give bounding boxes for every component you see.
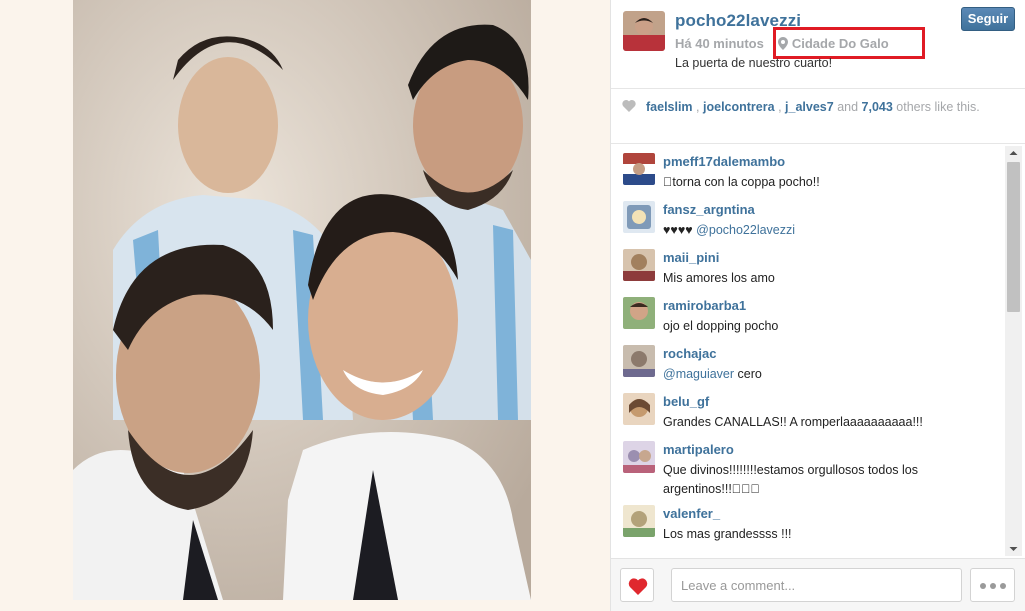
liker-link[interactable]: j_alves7 — [785, 100, 834, 114]
dot-icon — [980, 583, 986, 589]
commenter-username[interactable]: valenfer_ — [663, 506, 720, 521]
comment-item: martipalero Que divinos!!!!!!!!estamos o… — [611, 434, 1003, 498]
likes-summary: faelslim , joelcontrera , j_alves7 and 7… — [646, 100, 980, 114]
scroll-up-arrow-icon[interactable] — [1005, 146, 1022, 160]
commenter-avatar[interactable] — [623, 201, 655, 233]
comment-text:  torna con la coppa pocho!! — [663, 175, 820, 189]
commenter-avatar[interactable] — [623, 441, 655, 473]
comment-text: Que divinos!!!!!!!!estamos orgullosos to… — [663, 463, 918, 496]
commenter-username[interactable]: rochajac — [663, 346, 716, 361]
photo-illustration — [73, 0, 531, 600]
likes-count[interactable]: 7,043 — [862, 100, 893, 114]
commenter-avatar[interactable] — [623, 345, 655, 377]
photo-panel — [0, 0, 610, 611]
post-side-panel: pocho22lavezzi Há 40 minutos Cidade Do G… — [610, 0, 1025, 611]
commenter-username[interactable]: belu_gf — [663, 394, 709, 409]
comment-text: Los mas grandessss !!! — [663, 527, 792, 541]
post-timestamp: Há 40 minutos — [675, 36, 764, 51]
comment-item: maii_pini Mis amores los amo — [611, 242, 1003, 290]
mention-link[interactable]: @pocho22lavezzi — [696, 223, 795, 237]
commenter-username[interactable]: fansz_argntina — [663, 202, 755, 217]
post-header: pocho22lavezzi Há 40 minutos Cidade Do G… — [611, 0, 1025, 88]
follow-button[interactable]: Seguir — [961, 7, 1015, 31]
avatar[interactable] — [623, 11, 665, 51]
post-photo[interactable] — [73, 0, 531, 600]
scroll-down-arrow-icon[interactable] — [1005, 542, 1022, 556]
comment-footer — [611, 558, 1025, 611]
liker-link[interactable]: joelcontrera — [703, 100, 775, 114]
post-meta: Há 40 minutos Cidade Do Galo — [675, 27, 925, 59]
commenter-username[interactable]: maii_pini — [663, 250, 719, 265]
dot-icon — [990, 583, 996, 589]
commenter-avatar[interactable] — [623, 505, 655, 537]
comments-scrollbar[interactable] — [1005, 146, 1022, 556]
liker-link[interactable]: faelslim — [646, 100, 693, 114]
comment-item: ramirobarba1 ojo el dopping pocho — [611, 290, 1003, 338]
mention-link[interactable]: @maguiaver — [663, 367, 734, 381]
heart-icon — [628, 578, 648, 595]
commenter-avatar[interactable] — [623, 393, 655, 425]
comment-item: rochajac @maguiaver cero — [611, 338, 1003, 386]
comment-text: @maguiaver cero — [663, 367, 762, 381]
comment-item: belu_gf Grandes CANALLAS!! A romperlaaaa… — [611, 386, 1003, 434]
comments-list: pmeff17dalemambo  torna con la coppa poc… — [611, 146, 1003, 556]
commenter-username[interactable]: pmeff17dalemambo — [663, 154, 785, 169]
likes-section: faelslim , joelcontrera , j_alves7 and 7… — [611, 88, 1025, 144]
dot-icon — [1000, 583, 1006, 589]
post-caption: La puerta de nuestro cuarto! — [675, 56, 833, 70]
like-button[interactable] — [620, 568, 654, 602]
comment-item: valenfer_ Los mas grandessss !!! — [611, 498, 1003, 546]
heart-icon — [622, 100, 636, 112]
comment-item: fansz_argntina ♥♥♥♥ @pocho22lavezzi — [611, 194, 1003, 242]
commenter-avatar[interactable] — [623, 249, 655, 281]
more-options-button[interactable] — [970, 568, 1015, 602]
scrollbar-thumb[interactable] — [1007, 162, 1020, 312]
location-highlight-box — [773, 27, 925, 59]
comment-item: pmeff17dalemambo  torna con la coppa poc… — [611, 146, 1003, 194]
comment-input[interactable] — [671, 568, 962, 602]
comment-text: ojo el dopping pocho — [663, 319, 779, 333]
commenter-avatar[interactable] — [623, 153, 655, 185]
comment-text: Grandes CANALLAS!! A romperlaaaaaaaaaa!!… — [663, 415, 923, 429]
commenter-username[interactable]: ramirobarba1 — [663, 298, 746, 313]
commenter-username[interactable]: martipalero — [663, 442, 734, 457]
comment-text: ♥♥♥♥ @pocho22lavezzi — [663, 223, 796, 237]
commenter-avatar[interactable] — [623, 297, 655, 329]
comment-text: Mis amores los amo — [663, 271, 775, 285]
